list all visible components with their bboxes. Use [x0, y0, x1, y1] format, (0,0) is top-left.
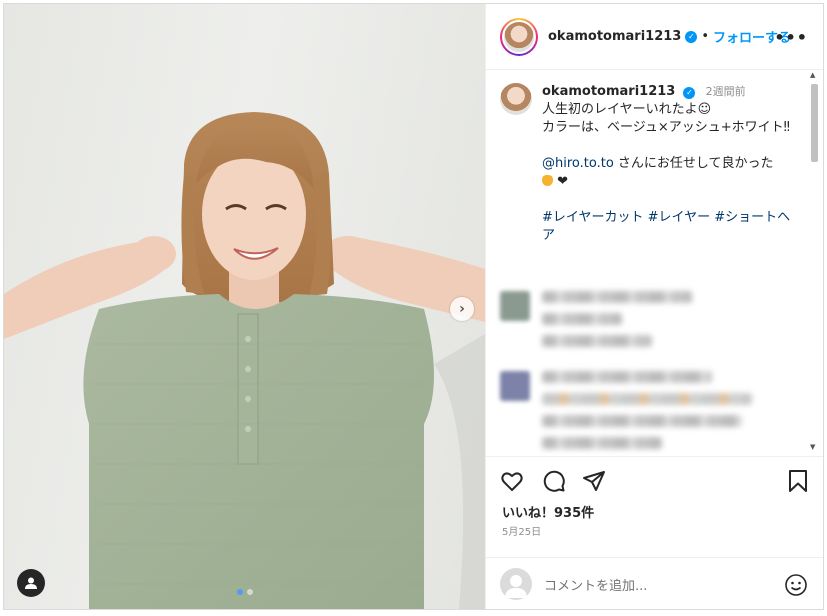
add-comment-bar: コメントを追加...	[486, 557, 823, 609]
clap-emoji-icon	[542, 175, 553, 186]
next-slide-button[interactable]: ›	[450, 297, 474, 321]
post-caption: okamotomari1213 ✓ 2週間前 人生初のレイヤーいれたよ☺ カラー…	[500, 83, 800, 245]
hashtag-links[interactable]: #レイヤーカット #レイヤー #ショートヘア	[542, 209, 800, 245]
comment-icon[interactable]	[542, 469, 566, 493]
caption-line: さんにお任せして良かった	[613, 156, 774, 171]
blurred-comment	[500, 371, 752, 455]
comments-area[interactable]: okamotomari1213 ✓ 2週間前 人生初のレイヤーいれたよ☺ カラー…	[486, 71, 823, 455]
emoji-icon[interactable]	[784, 573, 808, 597]
user-tags-button[interactable]	[17, 569, 45, 597]
profile-avatar-story-ring[interactable]	[500, 17, 538, 56]
heart-icon[interactable]	[500, 469, 524, 493]
heart-emoji: ❤	[557, 174, 569, 189]
comment-input[interactable]: コメントを追加...	[544, 575, 647, 594]
post-actions: いいね！935件 5月25日 コメントを追加...	[486, 456, 823, 609]
scroll-down-icon[interactable]: ▼	[810, 443, 815, 451]
carousel-dot	[247, 589, 253, 595]
post-header: okamotomari1213 ✓ • フォローする •••	[486, 4, 823, 70]
carousel-dot-active	[237, 589, 243, 595]
post-photo	[4, 112, 485, 609]
more-options-icon[interactable]: •••	[774, 28, 808, 47]
caption-username[interactable]: okamotomari1213	[542, 84, 675, 99]
carousel-indicator	[237, 589, 253, 595]
caption-line: 人生初のレイヤーいれたよ☺	[542, 102, 712, 117]
like-count[interactable]: いいね！935件	[502, 502, 594, 521]
verified-badge-icon: ✓	[685, 30, 698, 43]
header-separator: •	[701, 29, 710, 44]
mention-link[interactable]: @hiro.to.to	[542, 156, 614, 171]
post-date[interactable]: 5月25日	[502, 523, 541, 538]
chevron-right-icon: ›	[459, 301, 465, 317]
header-username[interactable]: okamotomari1213	[548, 29, 681, 44]
current-user-avatar	[500, 568, 532, 600]
comment-avatar	[500, 371, 530, 401]
comment-avatar	[500, 291, 530, 321]
post-media[interactable]: ›	[4, 4, 485, 609]
instagram-post-embed: › okamotomari1213 ✓ • フォローする ••• okamoto…	[3, 3, 824, 610]
share-icon[interactable]	[582, 469, 606, 493]
caption-line: カラーは、ベージュ×アッシュ+ホワイト‼	[542, 120, 790, 135]
scrollbar-thumb[interactable]	[811, 84, 818, 162]
blurred-comment	[500, 291, 692, 357]
user-tag-icon	[25, 577, 37, 589]
caption-time[interactable]: 2週間前	[706, 85, 746, 98]
verified-badge-icon: ✓	[683, 87, 696, 99]
bookmark-icon[interactable]	[786, 469, 810, 493]
avatar	[504, 21, 534, 52]
comments-scrollbar[interactable]: ▲ ▼	[808, 71, 820, 455]
caption-avatar[interactable]	[500, 83, 532, 115]
scroll-up-icon[interactable]: ▲	[810, 71, 815, 79]
post-details-panel: okamotomari1213 ✓ • フォローする ••• okamotoma…	[485, 4, 823, 609]
